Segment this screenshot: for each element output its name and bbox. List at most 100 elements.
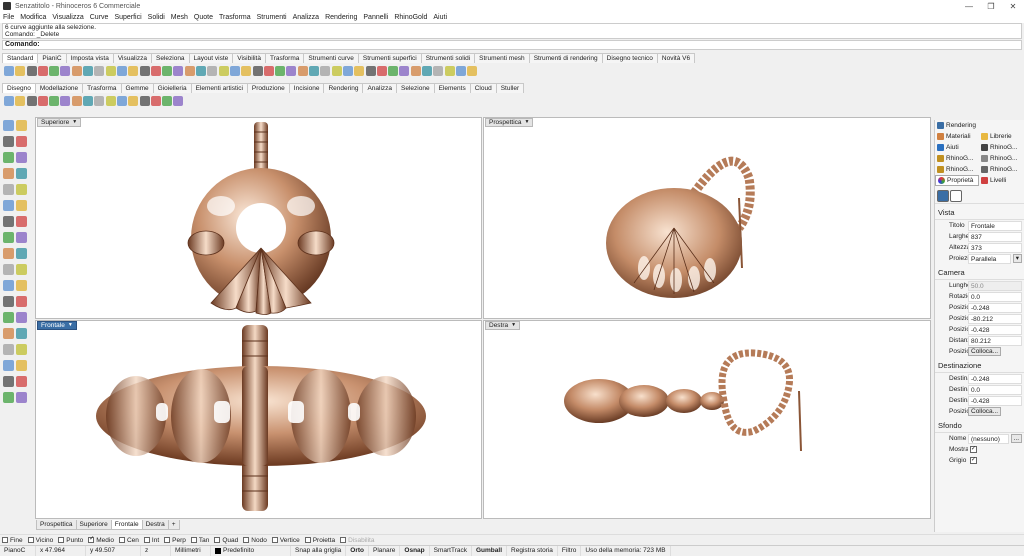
modeling-tool-icon[interactable] (16, 360, 27, 371)
tab-viewport-destra[interactable]: Destra (141, 520, 169, 530)
modeling-tool-icon[interactable] (16, 248, 27, 259)
standard-tool-icon[interactable] (229, 66, 240, 76)
standard-tool-icon[interactable] (421, 66, 432, 76)
status-toggle-gumball[interactable]: Gumball (472, 546, 508, 556)
tab-standard[interactable]: Standard (2, 53, 39, 63)
tab-strumenti-curve[interactable]: Strumenti curve (303, 53, 359, 63)
tab-trasforma[interactable]: Trasforma (264, 53, 305, 63)
menu-curve[interactable]: Curve (90, 14, 109, 21)
modeling-tool-icon[interactable] (3, 296, 14, 307)
maximize-button[interactable]: ❐ (980, 0, 1002, 12)
tab-strumenti-solidi[interactable]: Strumenti solidi (420, 53, 476, 63)
property-value[interactable]: -0.428 (968, 324, 1022, 335)
rhinogold-tool-icon[interactable] (128, 96, 139, 106)
modeling-tool-icon[interactable] (3, 264, 14, 275)
viewport-right[interactable]: Destra ▼ (483, 320, 931, 519)
tab-visualizza[interactable]: Visualizza (112, 53, 152, 63)
viewport-top[interactable]: Superiore ▼ (35, 117, 482, 319)
osnap-disabilita[interactable]: Disabilita (340, 537, 374, 544)
modeling-tool-icon[interactable] (16, 296, 27, 307)
tab-elements[interactable]: Elements (433, 83, 471, 93)
property-value[interactable]: 373 (968, 242, 1022, 253)
standard-tool-icon[interactable] (116, 66, 127, 76)
standard-tool-icon[interactable] (376, 66, 387, 76)
checkbox-icon[interactable] (214, 537, 221, 543)
viewport-label-top[interactable]: Superiore ▼ (37, 118, 82, 127)
status-toggle-planare[interactable]: Planare (369, 546, 401, 556)
tab-disegno[interactable]: Disegno (2, 83, 36, 93)
standard-tool-icon[interactable] (173, 66, 184, 76)
standard-tool-icon[interactable] (433, 66, 444, 76)
rhinogold-tool-icon[interactable] (162, 96, 173, 106)
modeling-tool-icon[interactable] (3, 136, 14, 147)
menu-rhinogold[interactable]: RhinoGold (394, 14, 427, 21)
close-button[interactable]: ✕ (1002, 0, 1024, 12)
menu-visualizza[interactable]: Visualizza (52, 14, 83, 21)
tab-elementi-artistici[interactable]: Elementi artistici (190, 83, 248, 93)
standard-tool-icon[interactable] (83, 66, 94, 76)
panel-tab-rhinogold-4[interactable]: RhinoG... (935, 164, 979, 175)
checkbox-icon[interactable] (118, 537, 125, 543)
status-toggle-registra-storia[interactable]: Registra storia (507, 546, 558, 556)
rhinogold-tool-icon[interactable] (4, 96, 14, 106)
modeling-tool-icon[interactable] (3, 232, 14, 243)
modeling-tool-icon[interactable] (3, 328, 14, 339)
checkbox-icon[interactable] (27, 537, 34, 543)
status-toggle-smarttrack[interactable]: SmartTrack (430, 546, 472, 556)
status-toggle-filtro[interactable]: Filtro (558, 546, 582, 556)
place-button[interactable]: Colloca... (968, 347, 1002, 356)
tab-stuller[interactable]: Stuller (495, 83, 525, 93)
property-value[interactable]: 80.212 (968, 335, 1022, 346)
standard-tool-icon[interactable] (263, 66, 274, 76)
property-value[interactable]: -0.248 (968, 373, 1022, 384)
property-value[interactable]: Parallela (968, 253, 1011, 264)
standard-tool-icon[interactable] (26, 66, 37, 76)
modeling-tool-icon[interactable] (16, 152, 27, 163)
modeling-tool-icon[interactable] (16, 344, 27, 355)
tab-seleziona[interactable]: Seleziona (151, 53, 190, 63)
osnap-vertice[interactable]: Vertice (271, 537, 300, 544)
modeling-tool-icon[interactable] (3, 168, 14, 179)
tab-rendering-rg[interactable]: Rendering (323, 83, 364, 93)
standard-tool-icon[interactable] (455, 66, 466, 76)
standard-tool-icon[interactable] (444, 66, 455, 76)
standard-tool-icon[interactable] (388, 66, 399, 76)
standard-tool-icon[interactable] (286, 66, 297, 76)
property-value[interactable]: 50.0 (968, 280, 1022, 291)
tab-incisione[interactable]: Incisione (288, 83, 325, 93)
standard-tool-icon[interactable] (162, 66, 173, 76)
tab-produzione[interactable]: Produzione (246, 83, 290, 93)
modeling-tool-icon[interactable] (16, 280, 27, 291)
tab-strumenti-rendering[interactable]: Strumenti di rendering (528, 53, 603, 63)
menu-superfici[interactable]: Superfici (114, 14, 141, 21)
osnap-perp[interactable]: Perp (164, 537, 186, 544)
tab-imposta-vista[interactable]: Imposta vista (65, 53, 114, 63)
modeling-tool-icon[interactable] (16, 120, 27, 131)
standard-tool-icon[interactable] (207, 66, 218, 76)
panel-tab-aiuti[interactable]: Aiuti (935, 142, 979, 153)
standard-tool-icon[interactable] (139, 66, 150, 76)
status-toggle-uso-della-memoria-723-mb[interactable]: Uso della memoria: 723 MB (581, 546, 671, 556)
tab-cloud[interactable]: Cloud (469, 83, 497, 93)
modeling-tool-icon[interactable] (16, 376, 27, 387)
modeling-tool-icon[interactable] (3, 312, 14, 323)
rhinogold-tool-icon[interactable] (83, 96, 94, 106)
chevron-down-icon[interactable]: ▾ (1012, 254, 1022, 263)
standard-tool-icon[interactable] (60, 66, 71, 76)
menu-strumenti[interactable]: Strumenti (257, 14, 287, 21)
modeling-tool-icon[interactable] (16, 232, 27, 243)
menu-rendering[interactable]: Rendering (325, 14, 357, 21)
checkbox-icon[interactable] (340, 537, 347, 543)
checkbox-icon[interactable] (164, 537, 171, 543)
standard-tool-icon[interactable] (196, 66, 207, 76)
standard-tool-icon[interactable] (49, 66, 60, 76)
menu-mesh[interactable]: Mesh (171, 14, 188, 21)
modeling-tool-icon[interactable] (16, 136, 27, 147)
panel-tab-librerie[interactable]: Librerie (979, 131, 1023, 142)
rhinogold-tool-icon[interactable] (116, 96, 127, 106)
menu-file[interactable]: File (3, 14, 14, 21)
standard-tool-icon[interactable] (467, 66, 478, 76)
menu-pannelli[interactable]: Pannelli (363, 14, 388, 21)
property-value[interactable]: -80.212 (968, 313, 1022, 324)
rhinogold-tool-icon[interactable] (71, 96, 82, 106)
